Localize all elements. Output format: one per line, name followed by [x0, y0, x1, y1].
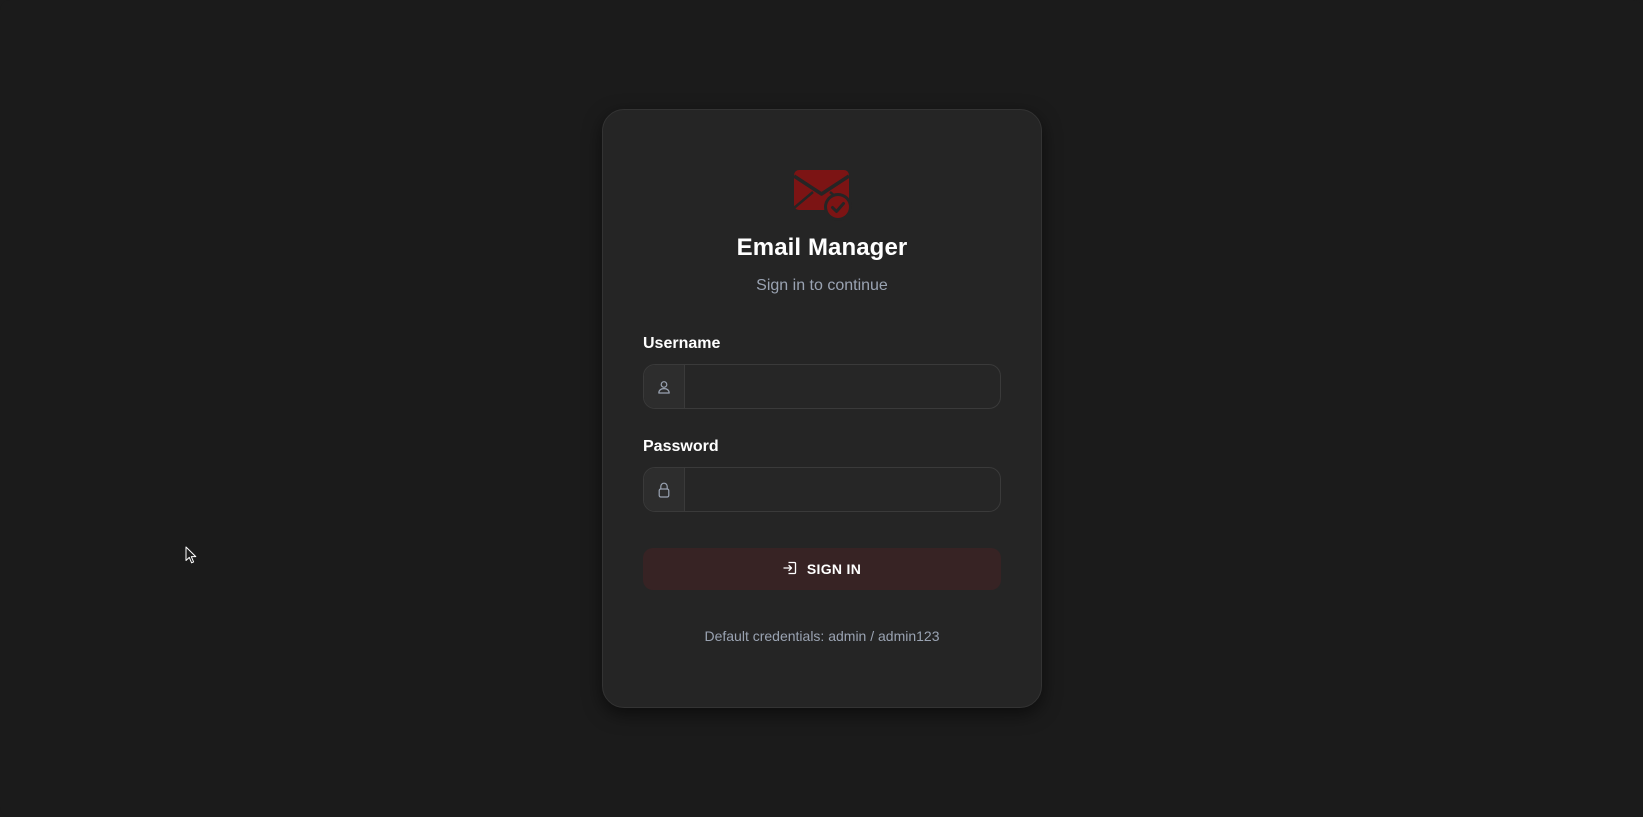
user-icon	[644, 365, 685, 408]
username-input[interactable]	[685, 365, 1000, 408]
login-card: Email Manager Sign in to continue Userna…	[602, 109, 1042, 708]
username-field[interactable]	[643, 364, 1001, 409]
app-title: Email Manager	[736, 234, 908, 261]
sign-in-icon	[783, 561, 797, 578]
sign-in-label: SIGN IN	[806, 561, 862, 577]
lock-icon	[644, 468, 685, 511]
password-field[interactable]	[643, 467, 1001, 512]
password-input[interactable]	[685, 468, 1000, 511]
app-subtitle: Sign in to continue	[756, 277, 888, 294]
page-background: Email Manager Sign in to continue Userna…	[0, 0, 1643, 817]
password-label: Password	[643, 438, 719, 455]
envelope-check-icon	[793, 170, 852, 221]
sign-in-button[interactable]: SIGN IN	[643, 548, 1001, 590]
mouse-cursor-icon	[185, 546, 197, 564]
default-credentials-hint: Default credentials: admin / admin123	[704, 628, 940, 644]
username-label: Username	[643, 335, 721, 352]
